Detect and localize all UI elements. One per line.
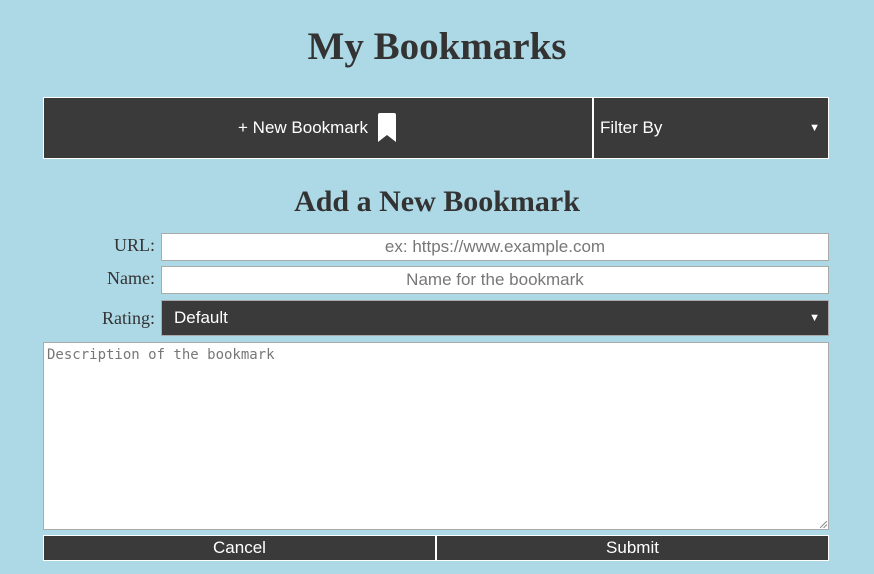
new-bookmark-label: + New Bookmark (238, 118, 368, 137)
url-label: URL: (113, 235, 155, 255)
chevron-down-icon: ▼ (809, 312, 820, 324)
rating-selected-value: Default (174, 308, 228, 327)
resize-grip-icon[interactable] (820, 521, 827, 528)
name-input[interactable] (161, 266, 829, 294)
bookmark-icon (376, 113, 398, 143)
description-textarea[interactable] (43, 342, 829, 530)
new-bookmark-button[interactable]: + New Bookmark (44, 98, 592, 158)
page-title: My Bookmarks (307, 25, 567, 68)
form-title: Add a New Bookmark (294, 185, 580, 218)
submit-button[interactable]: Submit (437, 536, 828, 560)
name-label: Name: (107, 268, 155, 288)
rating-label: Rating: (102, 308, 155, 328)
cancel-button[interactable]: Cancel (44, 536, 435, 560)
chevron-down-icon: ▼ (809, 122, 820, 134)
rating-select[interactable]: Default ▼ (161, 300, 829, 336)
form-buttons: Cancel Submit (43, 535, 829, 561)
toolbar: + New Bookmark Filter By ▼ (43, 97, 829, 159)
url-input[interactable] (161, 233, 829, 261)
filter-by-label: Filter By (600, 118, 663, 137)
filter-by-select[interactable]: Filter By ▼ (594, 98, 828, 158)
